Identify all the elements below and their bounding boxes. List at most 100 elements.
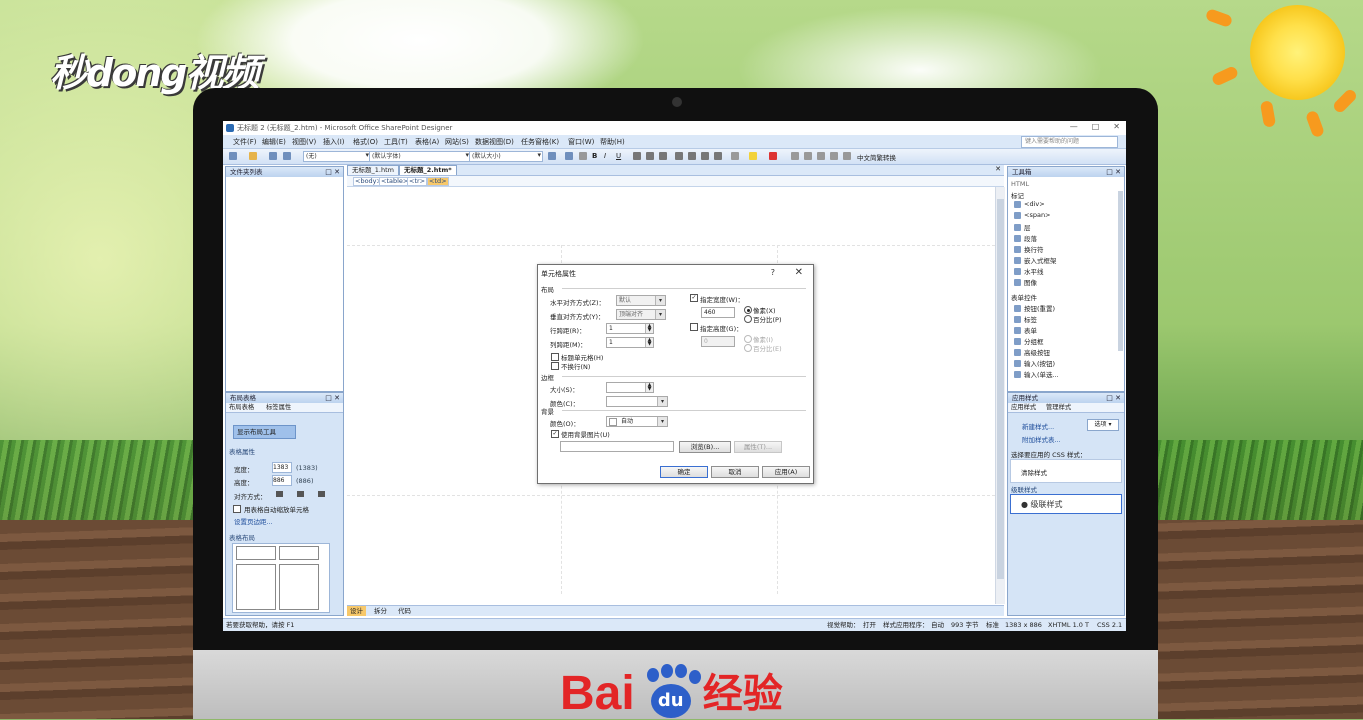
cut-icon[interactable] <box>579 152 587 160</box>
width-input[interactable]: 1383 <box>272 462 292 473</box>
tool-groupbox[interactable]: 分组框 <box>1014 336 1044 346</box>
outdent-icon[interactable] <box>701 152 709 160</box>
table-tool-icon[interactable] <box>791 152 799 160</box>
status-style-app[interactable]: 样式应用程序： <box>883 619 929 631</box>
numbering-icon[interactable] <box>675 152 683 160</box>
crumb-table[interactable]: <table> <box>379 177 411 186</box>
vertical-scrollbar[interactable] <box>995 187 1005 604</box>
status-visual-aids-value[interactable]: 打开 <box>863 619 876 631</box>
new-style-link[interactable]: 新建样式... <box>1022 421 1054 431</box>
tab-split-view[interactable]: 拆分 <box>371 606 390 616</box>
page-margins-link[interactable]: 设置页边距... <box>234 516 273 526</box>
tool-div[interactable]: <div> <box>1014 200 1045 208</box>
menu-data-view[interactable]: 数据视图(D) <box>475 137 514 147</box>
help-search-input[interactable]: 键入需要帮助的问题 <box>1021 136 1118 148</box>
menu-help[interactable]: 帮助(H) <box>600 137 625 147</box>
size-combo[interactable]: (默认大小) <box>469 151 543 162</box>
indent-icon[interactable] <box>714 152 722 160</box>
tool-input-button[interactable]: 输入(按钮) <box>1014 358 1055 368</box>
menu-site[interactable]: 网站(S) <box>445 137 469 147</box>
inline-style-group[interactable]: 级联样式 <box>1011 484 1037 494</box>
apply-button[interactable]: 应用(A) <box>762 466 810 478</box>
height-pixels-radio[interactable] <box>744 335 752 343</box>
tab-doc-2[interactable]: 无标题_2.htm* <box>399 165 457 175</box>
toolbox-scrollbar[interactable] <box>1118 191 1123 351</box>
preview-icon[interactable] <box>830 152 838 160</box>
check-icon[interactable] <box>843 152 851 160</box>
bold-button[interactable]: B <box>592 152 597 160</box>
menu-view[interactable]: 视图(V) <box>292 137 316 147</box>
tool-paragraph[interactable]: 段落 <box>1014 233 1037 243</box>
tab-code-view[interactable]: 代码 <box>395 606 414 616</box>
group-form-controls[interactable]: 表单控件 <box>1011 292 1037 302</box>
status-dimensions[interactable]: 1383 x 886 <box>1005 619 1042 631</box>
panel-close-icon[interactable]: □ ✕ <box>325 393 340 403</box>
underline-button[interactable]: U <box>616 152 621 160</box>
status-style-app-value[interactable]: 自动 <box>931 619 944 631</box>
cancel-button[interactable]: 取消 <box>711 466 759 478</box>
minimize-button[interactable]: — <box>1070 122 1078 131</box>
clear-style-item[interactable]: 清除样式 <box>1021 467 1047 477</box>
redo-icon[interactable] <box>565 152 573 160</box>
status-doctype[interactable]: XHTML 1.0 T <box>1048 619 1089 631</box>
rowspan-input[interactable]: 1 ▲ ▼ <box>606 323 654 334</box>
scroll-thumb[interactable] <box>997 199 1004 579</box>
menu-tools[interactable]: 工具(T) <box>384 137 408 147</box>
status-mode[interactable]: 标准 <box>986 619 999 631</box>
tool-line-break[interactable]: 换行符 <box>1014 244 1044 254</box>
dialog-close-button[interactable]: ✕ <box>795 267 803 278</box>
tab-manage-styles[interactable]: 管理样式 <box>1046 403 1071 412</box>
maximize-button[interactable]: □ <box>1092 122 1100 131</box>
group-html[interactable]: HTML <box>1011 180 1029 188</box>
use-bg-image-checkbox[interactable]: ✓ <box>551 430 559 438</box>
italic-button[interactable]: I <box>604 152 606 160</box>
tool-layer[interactable]: 层 <box>1014 222 1031 232</box>
tool-image[interactable]: 图像 <box>1014 277 1037 287</box>
bg-image-path-input[interactable] <box>560 441 674 452</box>
specify-height-checkbox[interactable] <box>690 323 698 331</box>
width-value-input[interactable]: 460 <box>701 307 735 318</box>
tool-label[interactable]: 标签 <box>1014 314 1037 324</box>
crumb-td[interactable]: <td> <box>427 177 449 186</box>
publish-icon[interactable] <box>283 152 291 160</box>
options-button[interactable]: 选项 ▾ <box>1087 419 1119 431</box>
show-layout-tools-button[interactable]: 显示布局工具 <box>233 425 296 439</box>
highlight-icon[interactable] <box>749 152 757 160</box>
inline-style-item[interactable]: ● 级联样式 <box>1021 499 1063 510</box>
align-left-icon[interactable] <box>276 491 283 497</box>
crumb-tr[interactable]: <tr> <box>407 177 428 186</box>
menu-table[interactable]: 表格(A) <box>415 137 439 147</box>
group-tags[interactable]: 标记 <box>1011 190 1024 200</box>
align-right-icon[interactable] <box>659 152 667 160</box>
valign-select[interactable]: 顶端对齐 ▾ <box>616 309 666 320</box>
tab-layout-tables[interactable]: 布局表格 <box>229 403 254 412</box>
new-icon[interactable] <box>229 152 237 160</box>
specify-width-checkbox[interactable]: ✓ <box>690 294 698 302</box>
tab-design-view[interactable]: 设计 <box>347 606 366 616</box>
panel-close-icon[interactable]: □ ✕ <box>1106 393 1121 403</box>
layer-icon[interactable] <box>804 152 812 160</box>
tool-iframe[interactable]: 嵌入式框架 <box>1014 255 1057 265</box>
height-input[interactable]: 886 <box>272 475 292 486</box>
no-wrap-checkbox[interactable] <box>551 362 559 370</box>
align-left-icon[interactable] <box>633 152 641 160</box>
tab-apply-styles[interactable]: 应用样式 <box>1011 403 1036 412</box>
chinese-convert-button[interactable]: 中文简繁转换 <box>857 152 896 162</box>
halign-select[interactable]: 默认 ▾ <box>616 295 666 306</box>
browse-button[interactable]: 浏览(B)... <box>679 441 731 453</box>
panel-close-icon[interactable]: □ ✕ <box>1106 167 1121 177</box>
menu-window[interactable]: 窗口(W) <box>568 137 594 147</box>
close-button[interactable]: ✕ <box>1113 122 1120 131</box>
tool-advanced-button[interactable]: 高级按钮 <box>1014 347 1050 357</box>
style-combo[interactable]: (无) <box>303 151 371 162</box>
tool-reset-button[interactable]: 按钮(重置) <box>1014 303 1055 313</box>
tab-doc-1[interactable]: 无标题_1.htm <box>347 165 399 175</box>
menu-task-panes[interactable]: 任务窗格(K) <box>521 137 559 147</box>
autofit-checkbox[interactable] <box>233 505 241 513</box>
align-center-icon[interactable] <box>297 491 304 497</box>
font-combo[interactable]: (默认字体) <box>369 151 471 162</box>
tool-form[interactable]: 表单 <box>1014 325 1037 335</box>
tool-span[interactable]: <span> <box>1014 211 1051 219</box>
save-icon[interactable] <box>269 152 277 160</box>
width-pixels-radio[interactable] <box>744 306 752 314</box>
